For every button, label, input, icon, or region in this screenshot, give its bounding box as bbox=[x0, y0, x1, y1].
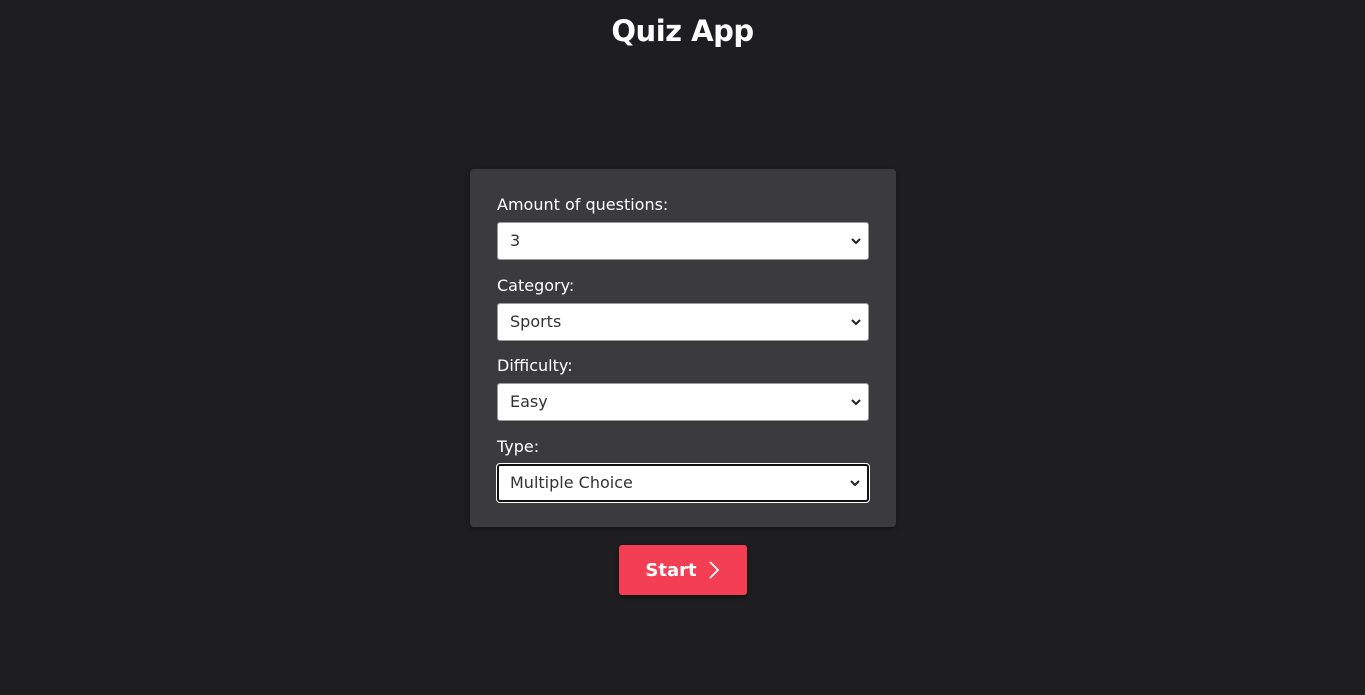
quiz-settings-card: Amount of questions: 3 Category: Sports … bbox=[470, 169, 896, 527]
chevron-down-icon bbox=[851, 399, 861, 406]
category-field: Category: Sports bbox=[497, 275, 869, 341]
difficulty-field: Difficulty: Easy bbox=[497, 355, 869, 421]
difficulty-select-value: Easy bbox=[510, 392, 548, 411]
type-field: Type: Multiple Choice bbox=[496, 436, 870, 503]
chevron-down-icon bbox=[850, 480, 860, 487]
start-button[interactable]: Start bbox=[619, 545, 747, 595]
category-select-value: Sports bbox=[510, 312, 562, 331]
chevron-right-icon bbox=[708, 561, 719, 579]
chevron-down-icon bbox=[851, 319, 861, 326]
type-label: Type: bbox=[497, 437, 540, 456]
category-label: Category: bbox=[497, 276, 575, 295]
difficulty-label: Difficulty: bbox=[497, 356, 573, 375]
category-select[interactable]: Sports bbox=[497, 303, 869, 341]
amount-select-value: 3 bbox=[510, 231, 521, 250]
difficulty-select[interactable]: Easy bbox=[497, 383, 869, 421]
amount-label: Amount of questions: bbox=[497, 195, 669, 214]
start-button-label: Start bbox=[645, 559, 697, 581]
amount-select[interactable]: 3 bbox=[497, 222, 869, 260]
chevron-down-icon bbox=[851, 238, 861, 245]
type-select-value: Multiple Choice bbox=[510, 473, 633, 492]
page-title: Quiz App bbox=[611, 14, 754, 48]
amount-field: Amount of questions: 3 bbox=[497, 194, 869, 260]
type-select[interactable]: Multiple Choice bbox=[496, 463, 870, 503]
